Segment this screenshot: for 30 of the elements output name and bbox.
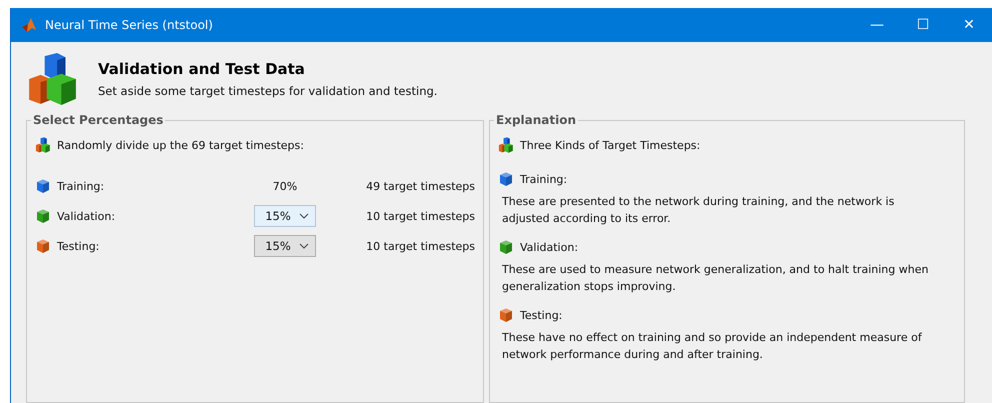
intro-text: Randomly divide up the 69 target timesteps: — [57, 138, 304, 152]
item-label: Training: — [520, 172, 568, 186]
close-button[interactable]: ✕ — [946, 8, 992, 42]
chevron-down-icon — [298, 243, 309, 249]
cubes-icon — [498, 137, 514, 153]
chevron-down-icon — [298, 213, 309, 219]
window-title: Neural Time Series (ntstool) — [45, 18, 214, 32]
minimize-button[interactable]: — — [854, 8, 900, 42]
row-label: Training: — [57, 180, 104, 192]
percent-dropdown[interactable]: 15% — [254, 235, 316, 257]
item-label: Validation: — [520, 240, 578, 254]
item-description: These are presented to the network during training, and the network is adjusted according to its error. — [502, 194, 896, 227]
page-title: Validation and Test Data — [98, 60, 306, 78]
row-label: Testing: — [57, 240, 100, 252]
maximize-button[interactable]: ☐ — [900, 8, 946, 42]
intro-text: Three Kinds of Target Timesteps: — [520, 138, 700, 152]
page-subtitle: Set aside some target timesteps for validation and testing. — [98, 84, 438, 98]
panel-title: Select Percentages — [32, 113, 164, 127]
item-label: Testing: — [520, 308, 562, 322]
timestep-count: 49 target timesteps — [365, 180, 475, 192]
percent-value: 70% — [272, 180, 298, 192]
timestep-count: 10 target timesteps — [365, 210, 475, 222]
item-description: These are used to measure network generalization, and to halt training when generalization stops improving. — [502, 262, 930, 295]
app-icon — [21, 17, 37, 33]
cubes-icon — [35, 137, 51, 153]
item-description: These have no effect on training and so provide an independent measure of network performance during and after training. — [502, 330, 923, 363]
row-label: Validation: — [57, 210, 116, 222]
panel-title: Explanation — [495, 113, 578, 127]
timestep-count: 10 target timesteps — [365, 240, 475, 252]
percent-dropdown[interactable]: 15% — [254, 205, 316, 227]
